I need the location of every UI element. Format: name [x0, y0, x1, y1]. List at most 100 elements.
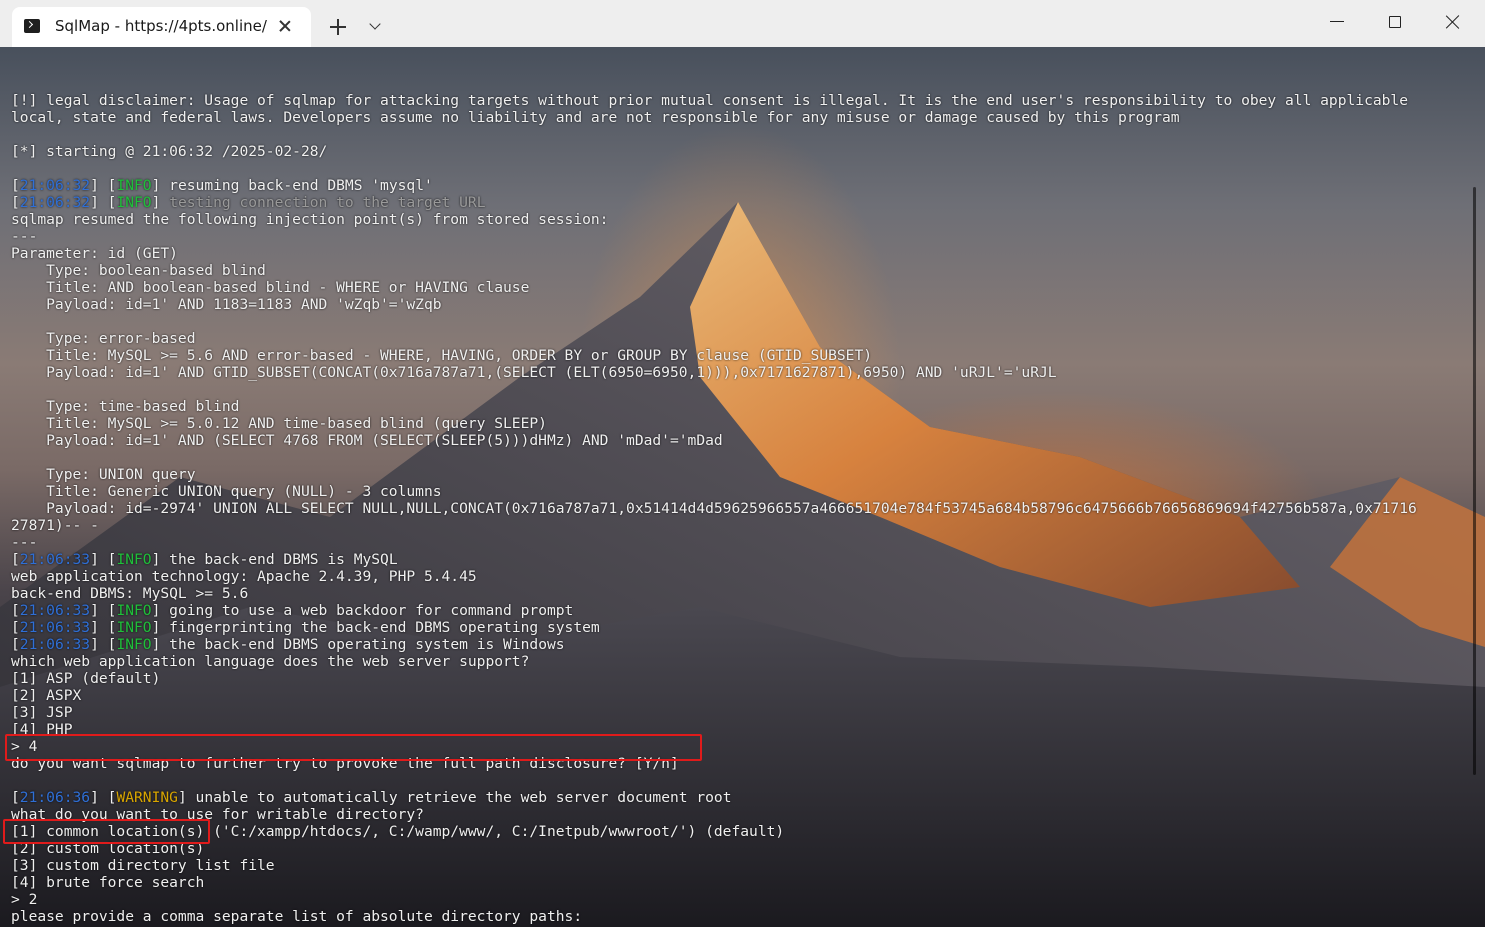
new-tab-plus-icon[interactable] [329, 18, 347, 36]
terminal-segment: ] [ [90, 619, 117, 636]
scrollbar[interactable] [1473, 187, 1476, 775]
terminal-line: Parameter: id (GET) [11, 245, 1417, 262]
terminal-line: [3] JSP [11, 704, 1417, 721]
terminal-info-segment: INFO [116, 194, 152, 211]
terminal-line: Type: error-based [11, 330, 1417, 347]
terminal-segment: Title: Generic UNION query (NULL) - 3 co… [11, 483, 442, 500]
terminal-segment: Payload: id=1' AND GTID_SUBSET(CONCAT(0x… [11, 364, 1057, 381]
terminal-line: Payload: id=-2974' UNION ALL SELECT NULL… [11, 500, 1417, 517]
terminal-segment: [ [11, 602, 20, 619]
terminal-segment: sqlmap resumed the following injection p… [11, 211, 609, 228]
terminal-line: --- [11, 228, 1417, 245]
terminal-line: please provide a comma separate list of … [11, 908, 1417, 925]
terminal-line: do you want sqlmap to further try to pro… [11, 755, 1417, 772]
terminal-output[interactable]: [!] legal disclaimer: Usage of sqlmap fo… [0, 47, 1485, 927]
terminal-segment: [ [11, 636, 20, 653]
terminal-line: [21:06:33] [INFO] going to use a web bac… [11, 602, 1417, 619]
terminal-tab[interactable]: SqlMap - https://4pts.online/ [12, 7, 311, 47]
terminal-segment: [3] JSP [11, 704, 73, 721]
terminal-segment: Payload: id=1' AND 1183=1183 AND 'wZqb'=… [11, 296, 442, 313]
terminal-text: [!] legal disclaimer: Usage of sqlmap fo… [11, 75, 1417, 925]
terminal-segment: Payload: id=-2974' UNION ALL SELECT NULL… [11, 500, 1417, 517]
terminal-segment: --- [11, 228, 38, 245]
terminal-segment: Payload: id=1' AND (SELECT 4768 FROM (SE… [11, 432, 723, 449]
terminal-segment: [ [11, 619, 20, 636]
terminal-segment: > 2 [11, 891, 38, 908]
minimize-icon[interactable] [1327, 12, 1347, 32]
terminal-line: Payload: id=1' AND 1183=1183 AND 'wZqb'=… [11, 296, 1417, 313]
terminal-segment: ] [ [90, 636, 117, 653]
tab-close-icon[interactable] [276, 17, 294, 35]
terminal-line: [2] custom location(s) [11, 840, 1417, 857]
terminal-segment: back-end DBMS: MySQL >= 5.6 [11, 585, 249, 602]
terminal-line: [21:06:33] [INFO] fingerprinting the bac… [11, 619, 1417, 636]
terminal-segment: Title: AND boolean-based blind - WHERE o… [11, 279, 530, 296]
terminal-line: [!] legal disclaimer: Usage of sqlmap fo… [11, 92, 1417, 109]
window-close-icon[interactable] [1443, 12, 1463, 32]
terminal-segment: [ [11, 789, 20, 806]
terminal-info-segment: INFO [116, 551, 152, 568]
terminal-segment: web application technology: Apache 2.4.3… [11, 568, 477, 585]
chevron-down-icon[interactable] [367, 18, 383, 34]
terminal-segment: ] going to use a web backdoor for comman… [151, 602, 574, 619]
terminal-time-segment: 21:06:33 [19, 551, 91, 568]
terminal-line: which web application language does the … [11, 653, 1417, 670]
terminal-line: 27871)-- - [11, 517, 1417, 534]
terminal-segment: Parameter: id (GET) [11, 245, 178, 262]
terminal-info-segment: INFO [116, 636, 152, 653]
terminal-segment: ] fingerprinting the back-end DBMS opera… [151, 619, 600, 636]
terminal-segment: ] unable to automatically retrieve the w… [177, 789, 732, 806]
terminal-line: Title: MySQL >= 5.0.12 AND time-based bl… [11, 415, 1417, 432]
terminal-dim-segment: testing connection to the target URL [169, 194, 486, 211]
terminal-segment: 27871)-- - [11, 517, 99, 534]
terminal-line: Title: AND boolean-based blind - WHERE o… [11, 279, 1417, 296]
terminal-line: local, state and federal laws. Developer… [11, 109, 1417, 126]
terminal-segment: ] [ [90, 551, 117, 568]
terminal-line: [21:06:33] [INFO] the back-end DBMS is M… [11, 551, 1417, 568]
terminal-line: Title: Generic UNION query (NULL) - 3 co… [11, 483, 1417, 500]
terminal-line: what do you want to use for writable dir… [11, 806, 1417, 823]
terminal-info-segment: INFO [116, 177, 152, 194]
terminal-segment: [1] ASP (default) [11, 670, 161, 687]
terminal-line: back-end DBMS: MySQL >= 5.6 [11, 585, 1417, 602]
terminal-time-segment: 21:06:33 [19, 602, 91, 619]
terminal-segment: ] [ [90, 177, 117, 194]
terminal-segment: [!] legal disclaimer: Usage of sqlmap fo… [11, 92, 1409, 109]
terminal-time-segment: 21:06:32 [19, 177, 91, 194]
tab-title: SqlMap - https://4pts.online/ [55, 17, 267, 35]
terminal-segment: do you want sqlmap to further try to pro… [11, 755, 679, 772]
terminal-icon [24, 19, 40, 33]
terminal-line: [4] PHP [11, 721, 1417, 738]
terminal-segment: ] [151, 194, 170, 211]
terminal-segment: ] [ [90, 602, 117, 619]
terminal-segment: ] the back-end DBMS operating system is … [151, 636, 565, 653]
terminal-time-segment: 21:06:33 [19, 619, 91, 636]
terminal-time-segment: 21:06:36 [19, 789, 91, 806]
terminal-segment: [*] starting @ 21:06:32 /2025-02-28/ [11, 143, 328, 160]
terminal-segment: [4] brute force search [11, 874, 205, 891]
terminal-segment: [3] custom directory list file [11, 857, 275, 874]
terminal-line: [1] common location(s) ('C:/xampp/htdocs… [11, 823, 1417, 840]
terminal-segment: Type: boolean-based blind [11, 262, 266, 279]
terminal-line: [1] ASP (default) [11, 670, 1417, 687]
terminal-segment: ] [ [90, 194, 117, 211]
terminal-segment: [1] common location(s) ('C:/xampp/htdocs… [11, 823, 785, 840]
terminal-segment: what do you want to use for writable dir… [11, 806, 424, 823]
terminal-line: [*] starting @ 21:06:32 /2025-02-28/ [11, 143, 1417, 160]
terminal-line: Type: time-based blind [11, 398, 1417, 415]
terminal-line: web application technology: Apache 2.4.3… [11, 568, 1417, 585]
terminal-line: [3] custom directory list file [11, 857, 1417, 874]
terminal-info-segment: INFO [116, 602, 152, 619]
terminal-segment: --- [11, 534, 38, 551]
terminal-line: [2] ASPX [11, 687, 1417, 704]
terminal-line: [21:06:32] [INFO] resuming back-end DBMS… [11, 177, 1417, 194]
maximize-icon[interactable] [1385, 12, 1405, 32]
terminal-line: Title: MySQL >= 5.6 AND error-based - WH… [11, 347, 1417, 364]
terminal-segment: ] resuming back-end DBMS 'mysql' [151, 177, 433, 194]
terminal-line: > 2 [11, 891, 1417, 908]
terminal-segment: > 4 [11, 738, 38, 755]
